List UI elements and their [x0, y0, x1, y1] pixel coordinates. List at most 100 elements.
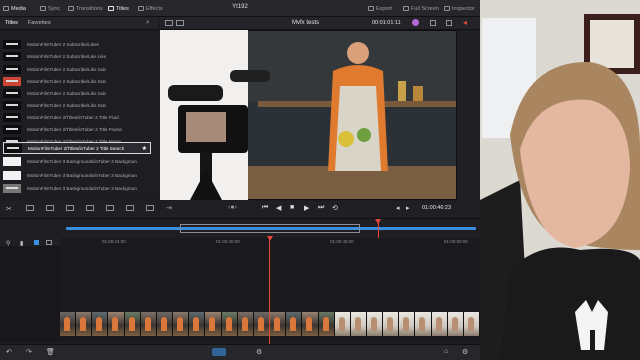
- viewer-timecode: 00:01:01:11: [372, 20, 401, 26]
- clip-thumbnail[interactable]: [76, 312, 93, 336]
- clip-thumbnail[interactable]: [92, 312, 109, 336]
- list-item-selected[interactable]: MotionFilmTuber 2/Titles/inTuber 2 Title…: [3, 142, 151, 154]
- list-item[interactable]: MotionFilmTuber 3 Backgrounds/inTuber 3 …: [3, 156, 151, 166]
- tab-favorites[interactable]: Favorites: [28, 20, 51, 26]
- full-screen-button[interactable]: Full Screen: [403, 4, 439, 13]
- undo-icon[interactable]: ↶: [6, 348, 12, 356]
- next-frame-icon[interactable]: ▸: [406, 204, 410, 212]
- play-icon[interactable]: ▶: [304, 204, 309, 212]
- list-item[interactable]: MotionFilmTuber 2/Titles/inTuber 2 Title…: [3, 112, 151, 122]
- inspector-button[interactable]: Inspector: [444, 4, 475, 13]
- jar: [398, 81, 406, 101]
- clip-thumbnail[interactable]: [253, 312, 271, 336]
- track-color-icon[interactable]: [34, 240, 39, 245]
- list-item[interactable]: MotionFilmTuber 2 Subscribe/Likes: [3, 39, 151, 49]
- play-reverse-icon[interactable]: ◀: [276, 204, 281, 212]
- clip-thumbnail[interactable]: [286, 312, 303, 336]
- layout-icon[interactable]: [165, 20, 173, 26]
- ripple-icon[interactable]: [126, 205, 134, 211]
- clip-thumbnail[interactable]: [173, 312, 190, 336]
- playhead-marker-icon[interactable]: [267, 236, 273, 241]
- clip-thumbnail[interactable]: [140, 312, 157, 336]
- clip-thumbnail[interactable]: [431, 312, 448, 336]
- list-item[interactable]: MotionFilmTuber 3 Backgrounds/inTuber 3 …: [3, 183, 151, 193]
- list-item[interactable]: MotionFilmTuber 2/Titles/inTuber 2 Title…: [3, 124, 151, 134]
- list-item-label: MotionFilmTuber 2 Subscribe/Like Sub: [27, 78, 106, 84]
- list-item[interactable]: MotionFilmTuber 2 Subscribe/Like Sub: [3, 76, 151, 86]
- overwrite-icon[interactable]: [46, 205, 54, 211]
- prev-frame-icon[interactable]: ◂: [396, 204, 400, 212]
- clip-thumbnail[interactable]: [447, 312, 464, 336]
- clip-thumbnail[interactable]: [189, 312, 206, 336]
- clip-thumbnail[interactable]: [334, 312, 351, 336]
- clip-thumbnail[interactable]: [237, 312, 254, 336]
- export-button[interactable]: Export: [368, 4, 392, 13]
- viewer-side-strip: [456, 30, 480, 200]
- cut-page-icon[interactable]: [212, 348, 226, 356]
- list-item[interactable]: MotionFilmTuber 2 Subscribe/Like Sub: [3, 64, 151, 74]
- media-button[interactable]: Media: [3, 4, 26, 13]
- clip-thumbnail[interactable]: [318, 312, 335, 336]
- effects-button[interactable]: Effects: [138, 4, 163, 13]
- ruler-label: 01:00:44:00: [102, 239, 126, 244]
- go-to-start-icon[interactable]: ⏮: [262, 204, 268, 212]
- titles-button[interactable]: Titles: [108, 4, 129, 13]
- clip-thumbnail[interactable]: [415, 312, 432, 336]
- clip-thumbnail[interactable]: [270, 312, 287, 336]
- overview-playhead-marker-icon[interactable]: [375, 219, 381, 224]
- list-item[interactable]: MotionFilmTuber 3 Backgrounds/inTuber 3 …: [3, 170, 151, 180]
- gear-icon[interactable]: ⚙: [462, 348, 468, 356]
- loop-icon[interactable]: ⟲: [332, 204, 338, 212]
- trash-icon[interactable]: 🗑: [46, 348, 55, 356]
- clip-figure: [128, 317, 135, 331]
- favorite-star-icon[interactable]: ★: [142, 145, 147, 152]
- effects-icon: [138, 6, 144, 11]
- append-icon[interactable]: [106, 205, 114, 211]
- timeline-overview[interactable]: [0, 218, 480, 239]
- source-icon[interactable]: [146, 205, 154, 211]
- trim-icon[interactable]: ⇥: [166, 204, 172, 212]
- clip-thumbnail[interactable]: [221, 312, 238, 336]
- list-item[interactable]: MotionFilmTuber 2 Subscribe/Like Sub: [3, 88, 151, 98]
- jog-icon[interactable]: ‹●›: [228, 204, 237, 211]
- color-icon[interactable]: [412, 19, 419, 26]
- replace-icon[interactable]: [66, 205, 74, 211]
- go-to-end-icon[interactable]: ⏭: [318, 204, 324, 212]
- clip-icon[interactable]: [446, 20, 452, 26]
- tab-titles[interactable]: Titles: [5, 20, 18, 26]
- clip-thumbnail[interactable]: [124, 312, 141, 336]
- list-item[interactable]: MotionFilmTuber 2 Subscribe/Like Sub: [3, 100, 151, 110]
- clip-thumbnail[interactable]: [350, 312, 367, 336]
- scissors-icon[interactable]: ✂: [6, 205, 12, 213]
- home-icon[interactable]: ⌂: [444, 348, 448, 355]
- list-item-label: MotionFilmTuber 3 Backgrounds/inTuber 3 …: [27, 172, 137, 178]
- fit-icon[interactable]: [86, 205, 94, 211]
- speaker-icon[interactable]: ◂: [463, 18, 467, 27]
- sync-button[interactable]: Sync: [40, 4, 60, 13]
- clip-thumbnail[interactable]: [383, 312, 400, 336]
- clip-figure: [338, 317, 345, 331]
- clip-thumbnail[interactable]: [366, 312, 384, 336]
- clip-thumbnail[interactable]: [463, 312, 480, 336]
- clip-thumbnail[interactable]: [205, 312, 222, 336]
- stop-icon[interactable]: ■: [290, 204, 294, 211]
- redo-icon[interactable]: ↷: [26, 348, 32, 356]
- clip-thumbnail[interactable]: [108, 312, 125, 336]
- export-icon: [368, 6, 374, 11]
- options-icon[interactable]: [430, 20, 436, 26]
- clip-thumbnail[interactable]: [60, 312, 77, 336]
- clip-thumbnail[interactable]: [156, 312, 174, 336]
- overview-viewport[interactable]: [180, 224, 360, 233]
- clip-thumbnail[interactable]: [399, 312, 416, 336]
- playhead[interactable]: [269, 238, 270, 344]
- transitions-button[interactable]: Transitions: [68, 4, 103, 13]
- settings-icon[interactable]: ⚙: [256, 348, 262, 356]
- insert-icon[interactable]: [26, 205, 34, 211]
- export-label: Export: [376, 5, 392, 12]
- list-item[interactable]: MotionFilmTuber 2 Subscribe/Like Like: [3, 51, 151, 61]
- search-icon[interactable]: ⌕: [146, 19, 150, 27]
- clip-thumbnail[interactable]: [302, 312, 319, 336]
- track-screen-icon[interactable]: [46, 240, 52, 245]
- video-track-clips[interactable]: [60, 312, 480, 336]
- grid-icon[interactable]: [176, 20, 184, 26]
